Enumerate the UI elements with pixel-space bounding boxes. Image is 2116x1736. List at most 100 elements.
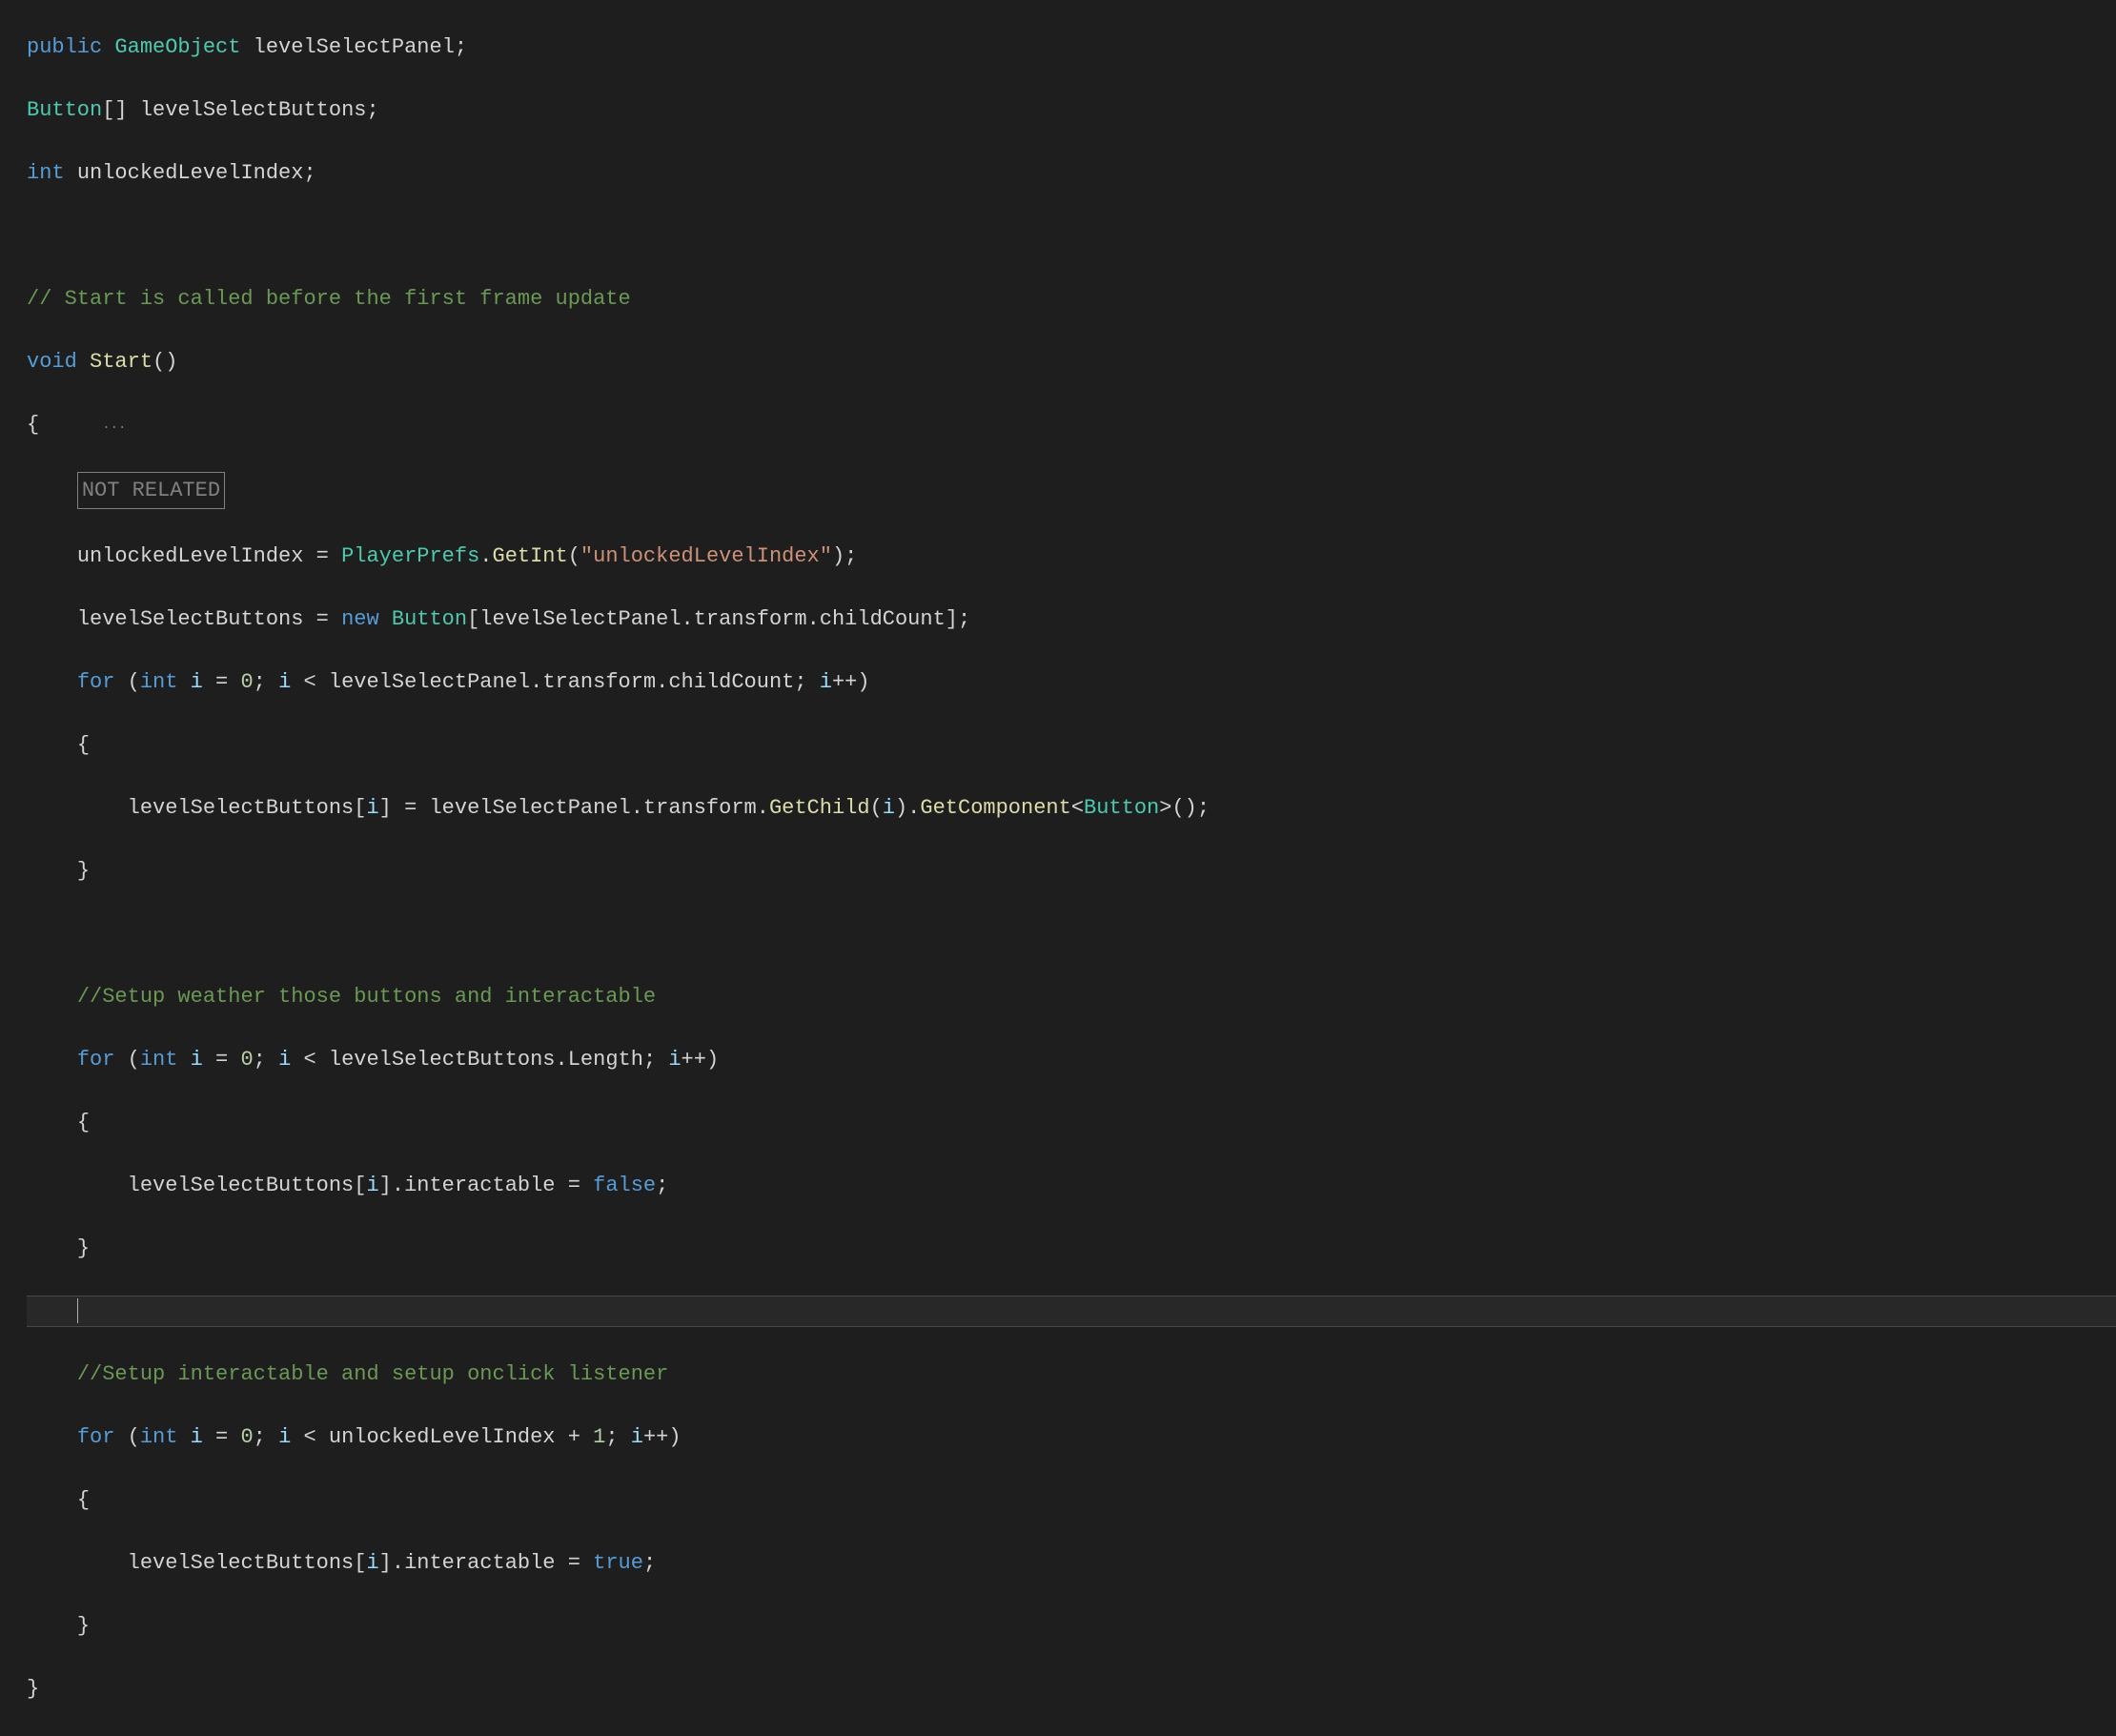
field-name: levelSelectButtons (140, 98, 367, 122)
paren-close: ) (832, 544, 844, 568)
code-line[interactable]: } (27, 855, 2116, 887)
code-line[interactable]: int unlockedLevelIndex; (27, 157, 2116, 189)
semicolon: ; (958, 607, 970, 631)
operator: < (291, 1048, 329, 1072)
identifier: levelSelectButtons (329, 1048, 556, 1072)
variable: i (366, 796, 378, 820)
identifier: levelSelectButtons (77, 607, 304, 631)
variable: i (278, 1425, 291, 1449)
code-line[interactable]: for (int i = 0; i < levelSelectPanel.tra… (27, 666, 2116, 698)
identifier: levelSelectButtons (128, 1551, 355, 1575)
code-line[interactable]: NOT RELATED (27, 472, 2116, 509)
property: transform (694, 607, 807, 631)
method-call: GetInt (493, 544, 568, 568)
code-line[interactable]: void Start() (27, 346, 2116, 378)
property: childCount (820, 607, 946, 631)
variable: i (883, 796, 895, 820)
keyword-false: false (593, 1174, 656, 1197)
code-line[interactable]: // Start is called before the first fram… (27, 283, 2116, 315)
operator: = (203, 670, 241, 694)
semicolon: ; (656, 1174, 668, 1197)
method-call: GetChild (769, 796, 870, 820)
type-button: Button (1084, 796, 1159, 820)
space (177, 1425, 190, 1449)
number-literal: 0 (240, 1425, 253, 1449)
operator: < (291, 670, 329, 694)
code-line[interactable]: public GameObject levelSelectPanel; (27, 31, 2116, 63)
brace-open: { (27, 413, 39, 437)
paren-open: ( (870, 796, 883, 820)
keyword-for: for (77, 670, 115, 694)
class-name: PlayerPrefs (341, 544, 479, 568)
parens: () (153, 350, 177, 374)
code-line[interactable]: //Setup weather those buttons and intera… (27, 981, 2116, 1012)
identifier: unlockedLevelIndex (77, 544, 304, 568)
code-line-empty[interactable] (27, 918, 2116, 950)
bracket-close: ]. (379, 1174, 404, 1197)
semicolon: ; (254, 1048, 278, 1072)
code-line[interactable]: levelSelectButtons[i].interactable = tru… (27, 1547, 2116, 1579)
angle-open: < (1071, 796, 1084, 820)
code-line[interactable]: { ... (27, 409, 2116, 440)
paren: ( (114, 1425, 139, 1449)
code-line[interactable]: } (27, 1673, 2116, 1705)
code-line-empty[interactable] (27, 220, 2116, 252)
brace-close: } (77, 859, 90, 883)
code-line-current[interactable] (27, 1296, 2116, 1327)
field-name: unlockedLevelIndex (77, 161, 304, 185)
property: transform (643, 796, 757, 820)
brace-open: { (77, 1488, 90, 1512)
code-line[interactable]: for (int i = 0; i < unlockedLevelIndex +… (27, 1421, 2116, 1453)
bracket-close: ] (379, 796, 392, 820)
code-line[interactable]: levelSelectButtons[i] = levelSelectPanel… (27, 792, 2116, 824)
variable: i (278, 670, 291, 694)
type-button: Button (27, 98, 102, 122)
keyword-for: for (77, 1048, 115, 1072)
code-line[interactable]: for (int i = 0; i < levelSelectButtons.L… (27, 1044, 2116, 1075)
bracket-open: [ (467, 607, 479, 631)
semicolon: ; (303, 161, 315, 185)
identifier: unlockedLevelIndex (329, 1425, 556, 1449)
dot: . (757, 796, 769, 820)
paren: ( (114, 1048, 139, 1072)
code-line[interactable]: } (27, 1610, 2116, 1642)
dot: . (479, 544, 492, 568)
code-editor[interactable]: public GameObject levelSelectPanel; Butt… (0, 0, 2116, 1736)
code-line[interactable]: } (27, 1233, 2116, 1264)
code-line[interactable]: Button[] levelSelectButtons; (27, 94, 2116, 126)
array-brackets: [] (102, 98, 127, 122)
code-line[interactable]: { (27, 729, 2116, 761)
variable: i (278, 1048, 291, 1072)
code-line[interactable]: levelSelectButtons[i].interactable = fal… (27, 1170, 2116, 1201)
semicolon: ; (643, 1551, 656, 1575)
type-gameobject: GameObject (114, 35, 240, 59)
operator: = (203, 1425, 241, 1449)
current-line-highlight (27, 1296, 2116, 1327)
space (177, 670, 190, 694)
operator: + (556, 1425, 594, 1449)
dot: . (631, 796, 643, 820)
code-line[interactable]: unlockedLevelIndex = PlayerPrefs.GetInt(… (27, 541, 2116, 572)
code-line[interactable]: //Setup interactable and setup onclick l… (27, 1358, 2116, 1390)
brace-close: } (77, 1614, 90, 1638)
code-line[interactable]: levelSelectButtons = new Button[levelSel… (27, 603, 2116, 635)
variable: i (820, 670, 832, 694)
variable: i (191, 1048, 203, 1072)
text-cursor (77, 1298, 78, 1323)
code-line[interactable]: { (27, 1107, 2116, 1138)
comment: //Setup weather those buttons and intera… (77, 985, 656, 1009)
operator: = (556, 1174, 594, 1197)
paren: ( (114, 670, 139, 694)
space (379, 607, 392, 631)
operator: = (303, 607, 341, 631)
keyword-int: int (140, 1425, 178, 1449)
code-line[interactable]: { (27, 1484, 2116, 1516)
semicolon: ; (844, 544, 857, 568)
collapsed-region[interactable]: NOT RELATED (77, 472, 225, 509)
paren-close: ). (895, 796, 920, 820)
operator: ++) (682, 1048, 720, 1072)
dot: . (656, 670, 668, 694)
identifier: levelSelectButtons (128, 1174, 355, 1197)
paren-open: ( (568, 544, 580, 568)
keyword-int: int (27, 161, 65, 185)
